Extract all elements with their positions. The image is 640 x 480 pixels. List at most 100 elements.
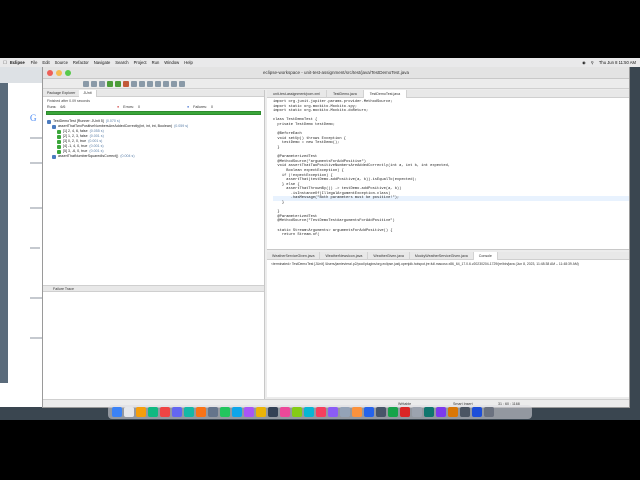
dock-app-icon[interactable] xyxy=(232,407,242,417)
google-logo: G xyxy=(30,113,37,123)
save-icon[interactable] xyxy=(91,80,97,87)
junit-progress-bar xyxy=(46,111,261,115)
menu-navigate[interactable]: Navigate xyxy=(94,60,111,65)
mac-menu-bar:  Eclipse File Edit Source Refactor Navi… xyxy=(0,58,640,67)
dock-app-icon[interactable] xyxy=(208,407,218,417)
dock-app-icon[interactable] xyxy=(448,407,458,417)
dock-app-icon[interactable] xyxy=(460,407,470,417)
test-passed-icon xyxy=(57,129,61,134)
dock-app-icon[interactable] xyxy=(364,407,374,417)
dock-app-icon[interactable] xyxy=(316,407,326,417)
new-class-icon[interactable] xyxy=(147,80,153,87)
tab-console[interactable]: Console xyxy=(473,251,498,260)
dock-app-icon[interactable] xyxy=(292,407,302,417)
menu-app-name[interactable]: Eclipse xyxy=(10,60,25,65)
dock-app-icon[interactable] xyxy=(484,407,494,417)
wifi-icon[interactable]: ◉ xyxy=(582,60,586,65)
menu-run[interactable]: Run xyxy=(152,60,160,65)
junit-tree-item-time: (0.059 s) xyxy=(174,124,189,128)
screen:  Eclipse File Edit Source Refactor Navi… xyxy=(0,0,640,480)
window-title-bar: eclipse-workspace - unit-test-assignment… xyxy=(43,67,629,79)
new-icon[interactable] xyxy=(83,80,89,87)
tab-pom-xml[interactable]: unit-test-assignment/pom.xml xyxy=(267,89,327,98)
tab-weatherservicegiven[interactable]: WeatherServiceGiven.java xyxy=(267,251,321,260)
tab-testdemotest-java[interactable]: TestDemoTest.java xyxy=(363,89,408,98)
junit-counters: Runs: 6/6 ● Errors: 0 ● Failures: 0 xyxy=(43,103,264,110)
tab-testdemo-java[interactable]: TestDemo.java xyxy=(327,89,364,98)
dock-app-icon[interactable] xyxy=(160,407,170,417)
errors-icon: ● xyxy=(117,104,120,109)
dock-app-icon[interactable] xyxy=(412,407,422,417)
search-toolbar-icon[interactable] xyxy=(163,80,169,87)
dock-app-icon[interactable] xyxy=(328,407,338,417)
menubar-status-area: ◉ ⚲ Thu Jun 8 11:50 AM xyxy=(582,60,636,65)
console-terminated-line: <terminated> TestDemoTest [JUnit] /Users… xyxy=(271,262,579,266)
dock-app-icon[interactable] xyxy=(184,407,194,417)
menu-refactor[interactable]: Refactor xyxy=(73,60,89,65)
runs-label: Runs: xyxy=(47,104,57,109)
failure-trace-header[interactable]: Failure Trace xyxy=(43,285,264,292)
menubar-clock[interactable]: Thu Jun 8 11:50 AM xyxy=(599,60,636,65)
code-line[interactable]: return Stream.of( xyxy=(273,233,629,238)
tab-mockyweatherservicegiven[interactable]: MockyWeatherServiceGiven.java xyxy=(410,251,474,260)
new-java-project-icon[interactable] xyxy=(131,80,137,87)
dock-app-icon[interactable] xyxy=(424,407,434,417)
menu-help[interactable]: Help xyxy=(184,60,193,65)
failures-icon: ● xyxy=(187,104,190,109)
tab-junit[interactable]: JUnit xyxy=(79,89,97,97)
failures-label: Failures: xyxy=(193,104,207,109)
dock-app-icon[interactable] xyxy=(112,407,122,417)
dock-app-icon[interactable] xyxy=(352,407,362,417)
apple-icon[interactable]:  xyxy=(0,60,10,66)
dock-app-icon[interactable] xyxy=(268,407,278,417)
dock-app-icon[interactable] xyxy=(472,407,482,417)
menu-search[interactable]: Search xyxy=(115,60,128,65)
test-passed-icon xyxy=(57,149,61,154)
tab-weathergiven[interactable]: WeatherGiven.java xyxy=(368,251,410,260)
dock-app-icon[interactable] xyxy=(220,407,230,417)
tab-package-explorer[interactable]: Package Explorer xyxy=(43,90,79,97)
new-package-icon[interactable] xyxy=(139,80,145,87)
menu-source[interactable]: Source xyxy=(55,60,68,65)
dock-app-icon[interactable] xyxy=(400,407,410,417)
forward-icon[interactable] xyxy=(179,80,185,87)
print-icon[interactable] xyxy=(99,80,105,87)
test-passed-icon xyxy=(52,154,56,159)
dock-app-icon[interactable] xyxy=(376,407,386,417)
junit-test-tree: TestDemoTest [Runner: JUnit 5] (0.070 s) a… xyxy=(43,116,264,162)
back-icon[interactable] xyxy=(171,80,177,87)
external-tools-icon[interactable] xyxy=(123,80,129,87)
window-title: eclipse-workspace - unit-test-assignment… xyxy=(262,70,410,75)
dock-app-icon[interactable] xyxy=(304,407,314,417)
run-icon[interactable] xyxy=(115,80,121,87)
menu-edit[interactable]: Edit xyxy=(42,60,49,65)
dock-app-icon[interactable] xyxy=(244,407,254,417)
eclipse-window: eclipse-workspace - unit-test-assignment… xyxy=(42,66,630,408)
dock-app-icon[interactable] xyxy=(124,407,134,417)
menu-file[interactable]: File xyxy=(31,60,38,65)
debug-icon[interactable] xyxy=(107,80,113,87)
test-passed-icon xyxy=(57,134,61,139)
dock-app-icon[interactable] xyxy=(148,407,158,417)
dock-app-icon[interactable] xyxy=(196,407,206,417)
text-line xyxy=(30,247,40,249)
dock-app-icon[interactable] xyxy=(280,407,290,417)
junit-tree-item[interactable]: assertThatNumberSquaredIsCorrect() (0.004… xyxy=(47,154,260,159)
dock-app-icon[interactable] xyxy=(340,407,350,417)
dock xyxy=(108,405,532,419)
menu-project[interactable]: Project xyxy=(134,60,147,65)
tab-weathernewsicon[interactable]: WeatherNewsIcon.java xyxy=(320,251,369,260)
source-code[interactable]: import org.junit.jupiter.params.provider… xyxy=(267,98,629,238)
dock-app-icon[interactable] xyxy=(136,407,146,417)
dock-app-icon[interactable] xyxy=(256,407,266,417)
errors-label: Errors: xyxy=(123,104,134,109)
code-editor[interactable]: unit-test-assignment/pom.xml TestDemo.ja… xyxy=(267,89,629,250)
dock-app-icon[interactable] xyxy=(436,407,446,417)
open-type-icon[interactable] xyxy=(155,80,161,87)
browser-sidebar xyxy=(0,83,8,383)
dock-app-icon[interactable] xyxy=(172,407,182,417)
test-passed-icon xyxy=(57,144,61,149)
menu-window[interactable]: Window xyxy=(164,60,179,65)
dock-app-icon[interactable] xyxy=(388,407,398,417)
search-icon[interactable]: ⚲ xyxy=(591,60,594,65)
